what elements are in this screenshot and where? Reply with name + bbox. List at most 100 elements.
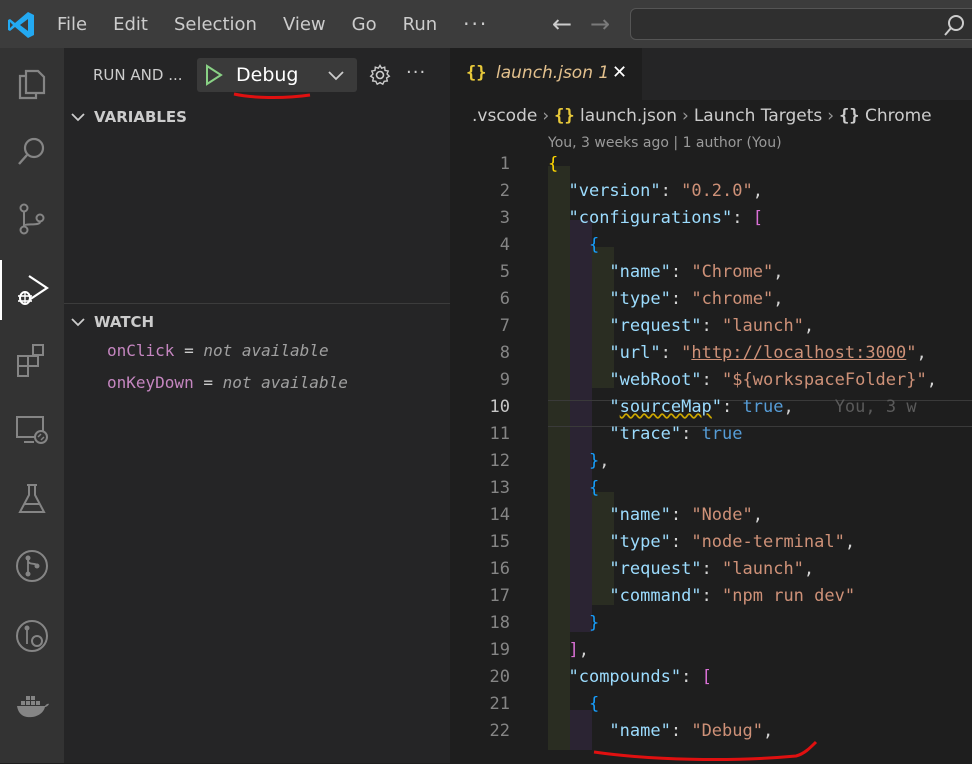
line-number: 2: [499, 181, 510, 201]
chevron-down-icon: [71, 113, 85, 122]
section-divider: [64, 303, 450, 304]
chevron-down-icon: [71, 318, 85, 327]
search-icon: [944, 15, 964, 36]
code-line: 20 "compounds": [: [450, 667, 972, 694]
play-icon[interactable]: [204, 64, 224, 86]
breadcrumb-vscode[interactable]: .vscode: [472, 106, 537, 126]
code-line: 16 "request": "launch",: [450, 559, 972, 586]
back-arrow-icon[interactable]: ←: [552, 10, 572, 38]
line-number: 5: [499, 262, 510, 282]
code-line: 19 ],: [450, 640, 972, 667]
git-graph-icon: [16, 550, 48, 582]
command-center-search[interactable]: [630, 8, 972, 40]
code-line: 15 "type": "node-terminal",: [450, 532, 972, 559]
testing-button[interactable]: [0, 469, 64, 529]
remote-explorer-button[interactable]: [0, 400, 64, 460]
codelens-blame[interactable]: You, 3 weeks ago | 1 author (You): [548, 135, 782, 151]
code-line: 17 "command": "npm run dev": [450, 586, 972, 613]
variables-label: VARIABLES: [94, 108, 187, 126]
code-line: 8 "url": "http://localhost:3000",: [450, 343, 972, 370]
line-number: 15: [489, 532, 510, 552]
code-line: 9 "webRoot": "${workspaceFolder}",: [450, 370, 972, 397]
line-number: 21: [489, 694, 510, 714]
watch-equals: =: [193, 373, 223, 392]
warning-squiggle[interactable]: sourceMap: [620, 397, 712, 417]
code-line: 13 {: [450, 478, 972, 505]
watch-section-header[interactable]: WATCH: [70, 313, 154, 331]
run-debug-icon: [18, 275, 49, 305]
menu-edit[interactable]: Edit: [113, 14, 148, 35]
code-line: 11 "trace": true: [450, 424, 972, 451]
extensions-icon: [17, 344, 44, 377]
explorer-button[interactable]: [0, 53, 64, 113]
line-number: 12: [489, 451, 510, 471]
close-icon[interactable]: ✕: [612, 62, 627, 83]
code-line: 12 },: [450, 451, 972, 478]
code-line: 7 "request": "launch",: [450, 316, 972, 343]
chevron-right-icon: ›: [542, 106, 550, 126]
forward-arrow-icon[interactable]: →: [590, 10, 610, 38]
chevron-right-icon: ›: [682, 106, 689, 126]
line-number: 11: [489, 424, 510, 444]
breadcrumb-launch-targets[interactable]: Launch Targets: [694, 106, 822, 126]
gitlens-button[interactable]: [0, 606, 64, 666]
line-number: 8: [499, 343, 510, 363]
code-line: 18 }: [450, 613, 972, 640]
code-line: 2 "version": "0.2.0",: [450, 181, 972, 208]
line-number: 7: [499, 316, 510, 336]
source-control-button[interactable]: [0, 189, 64, 249]
gear-icon[interactable]: [369, 64, 391, 86]
url-link[interactable]: http://localhost:3000: [691, 343, 906, 363]
line-number: 6: [499, 289, 510, 309]
watch-expression[interactable]: onClick = not available: [107, 341, 329, 360]
more-actions-icon[interactable]: ···: [406, 62, 426, 83]
json-file-icon: {}: [466, 63, 487, 83]
code-line: 6 "type": "chrome",: [450, 289, 972, 316]
tab-bar: {} launch.json 1 ✕: [450, 48, 972, 100]
menu-selection[interactable]: Selection: [174, 14, 257, 35]
watch-equals: =: [174, 341, 204, 360]
search-view-button[interactable]: [0, 121, 64, 181]
editor-area: {} launch.json 1 ✕ .vscode ›{} launch.jso…: [450, 48, 972, 763]
red-annotation-underline: [233, 92, 311, 100]
tab-label: launch.json 1: [496, 63, 610, 83]
watch-expression-value: not available: [203, 341, 329, 360]
menu-file[interactable]: File: [57, 14, 87, 35]
menu-run[interactable]: Run: [403, 14, 438, 35]
debug-config-select[interactable]: Debug: [197, 58, 357, 92]
title-bar: File Edit Selection View Go Run ··· ← →: [0, 0, 972, 48]
menu-more[interactable]: ···: [463, 12, 488, 36]
code-line: 1{: [450, 154, 972, 181]
breadcrumb-chrome[interactable]: Chrome: [865, 106, 932, 126]
breadcrumb: .vscode ›{} launch.json › Launch Targets ›{}…: [472, 106, 932, 126]
variables-section-header[interactable]: VARIABLES: [70, 108, 187, 126]
search-icon: [18, 137, 45, 165]
code-line: 5 "name": "Chrome",: [450, 262, 972, 289]
watch-expression-value: not available: [222, 373, 348, 392]
run-debug-button[interactable]: [0, 260, 64, 320]
code-line-active: 10 "sourceMap": true, You, 3 w: [450, 397, 972, 424]
line-number: 13: [489, 478, 510, 498]
docker-button[interactable]: [0, 675, 64, 735]
remote-explorer-icon: [16, 416, 48, 444]
docker-icon: [17, 696, 49, 718]
code-line: 14 "name": "Node",: [450, 505, 972, 532]
gitlens-icon: [16, 620, 48, 652]
menu-view[interactable]: View: [283, 14, 326, 35]
menu-go[interactable]: Go: [352, 14, 377, 35]
watch-expression-name: onClick: [107, 341, 175, 360]
breadcrumb-launch-json[interactable]: launch.json: [580, 106, 677, 126]
code-line: 3 "configurations": [: [450, 208, 972, 235]
watch-expression[interactable]: onKeyDown = not available: [107, 373, 348, 392]
line-number: 20: [489, 667, 510, 687]
line-number: 10: [489, 397, 510, 417]
extensions-button[interactable]: [0, 330, 64, 390]
code-line: 4 {: [450, 235, 972, 262]
code-line: 21 {: [450, 694, 972, 721]
git-graph-button[interactable]: [0, 536, 64, 596]
run-debug-title: RUN AND ...: [93, 66, 183, 84]
source-control-icon: [19, 203, 45, 235]
tab-launch-json[interactable]: {} launch.json 1 ✕: [450, 48, 642, 100]
line-number: 3: [499, 208, 510, 228]
activity-bar: [0, 48, 64, 763]
